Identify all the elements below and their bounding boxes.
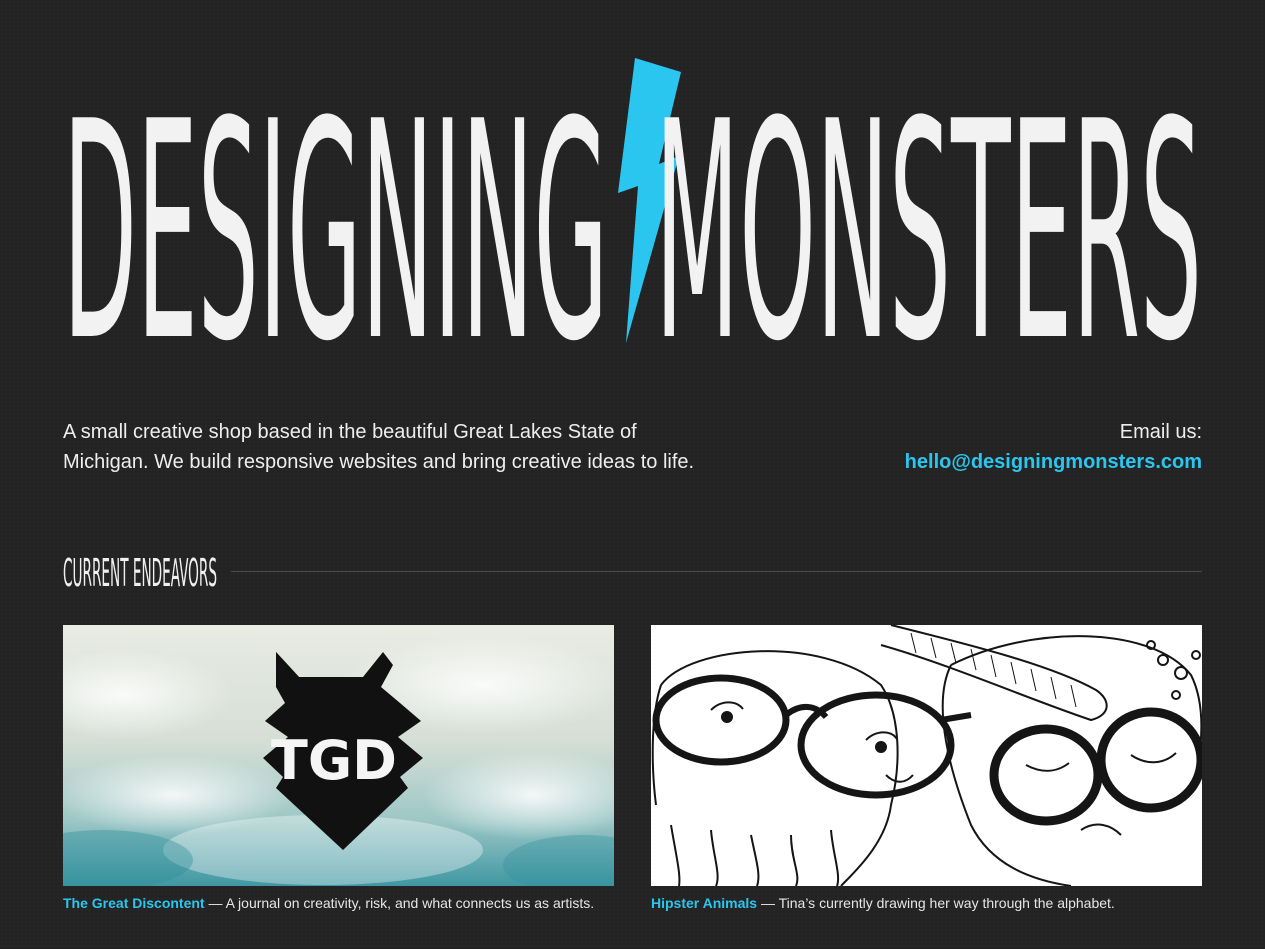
project-card: TGD The Great Discontent — A journal on … bbox=[63, 625, 614, 913]
project-link[interactable]: The Great Discontent bbox=[63, 895, 205, 911]
project-caption: The Great Discontent — A journal on crea… bbox=[63, 894, 614, 913]
logo-word-right: MONSTERS bbox=[655, 58, 1202, 343]
project-link[interactable]: Hipster Animals bbox=[651, 895, 757, 911]
email-link[interactable]: hello@designingmonsters.com bbox=[905, 447, 1202, 477]
intro-text: A small creative shop based in the beaut… bbox=[63, 421, 695, 473]
project-caption: Hipster Animals — Tina’s currently drawi… bbox=[651, 894, 1202, 913]
project-image-link[interactable] bbox=[651, 625, 1202, 886]
project-description: — Tina’s currently drawing her way throu… bbox=[757, 895, 1115, 911]
email-label: Email us: bbox=[1119, 421, 1202, 443]
hipster-animals-thumbnail[interactable] bbox=[651, 625, 1202, 886]
section-header: CURRENT ENDEAVORS bbox=[63, 550, 1202, 594]
section-title: CURRENT ENDEAVORS bbox=[63, 551, 217, 594]
project-image-link[interactable]: TGD bbox=[63, 625, 614, 886]
tgd-label: TGD bbox=[271, 729, 397, 792]
section-divider bbox=[231, 571, 1202, 572]
logo-word-left: DESIGNING bbox=[63, 58, 608, 343]
project-description: — A journal on creativity, risk, and wha… bbox=[204, 895, 595, 911]
tgd-thumbnail[interactable]: TGD bbox=[63, 625, 614, 886]
contact-block: Email us: hello@designingmonsters.com bbox=[905, 417, 1202, 477]
project-card: Hipster Animals — Tina’s currently drawi… bbox=[651, 625, 1202, 913]
site-logo[interactable]: DESIGNING MONSTERS bbox=[63, 58, 1202, 343]
